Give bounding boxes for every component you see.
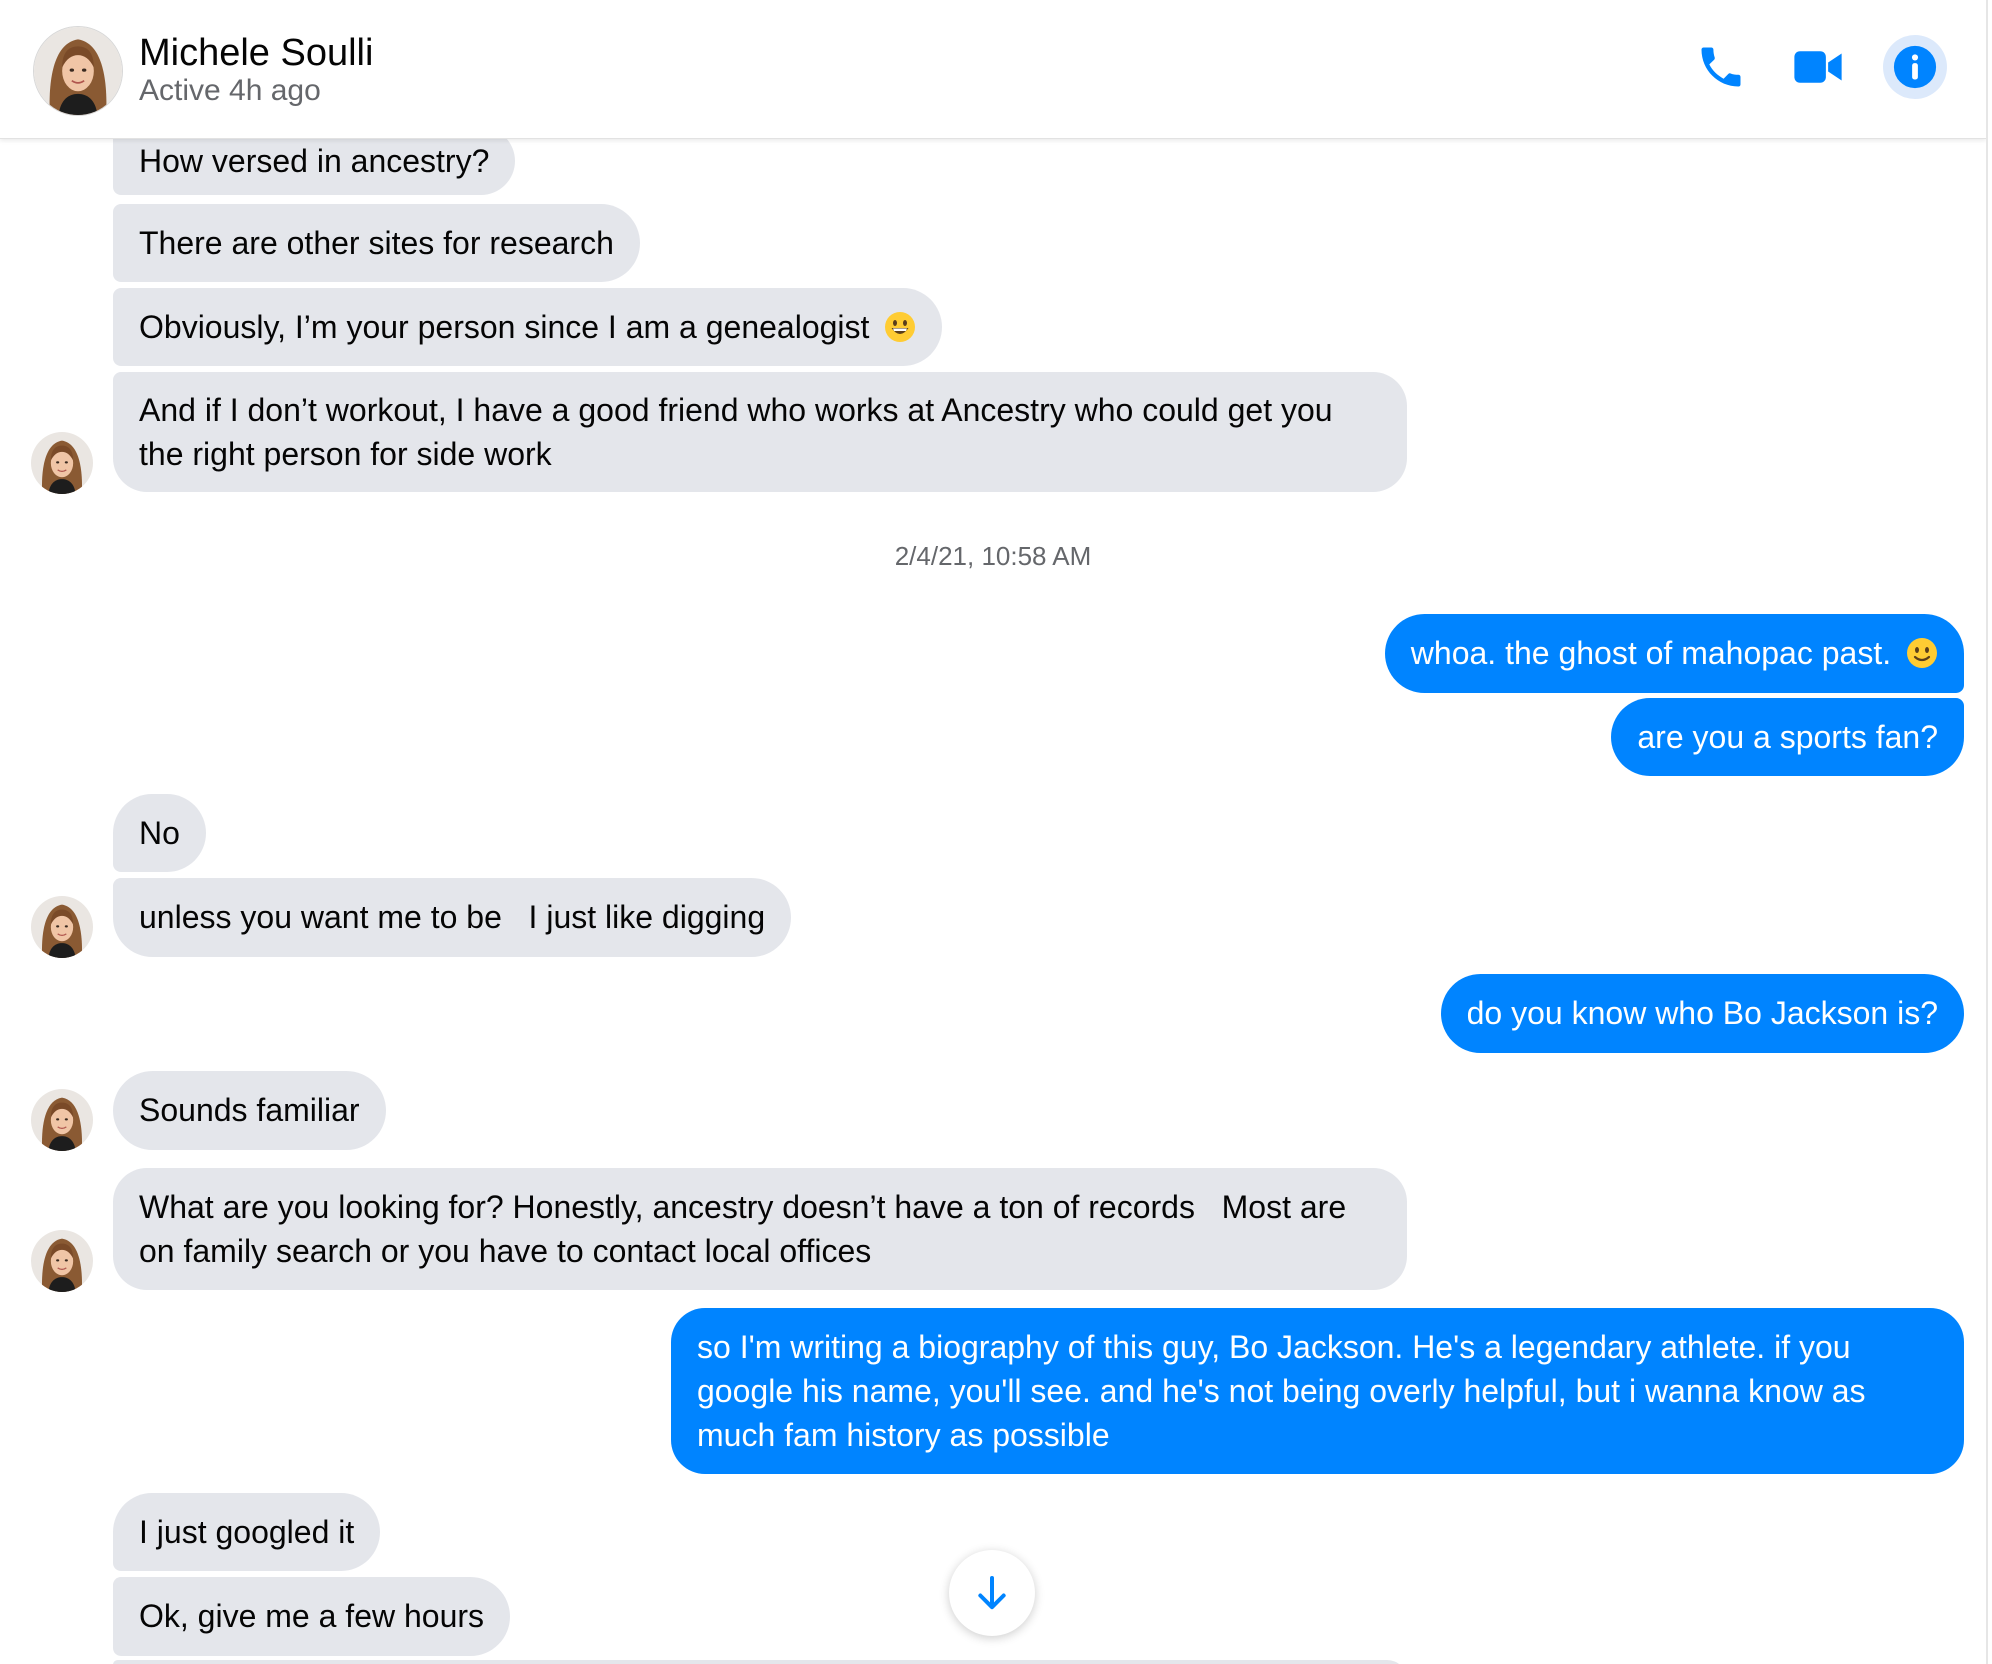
message-bubble-incoming[interactable]: No [113, 794, 206, 872]
message-bubble-outgoing[interactable]: so I'm writing a biography of this guy, … [671, 1308, 1964, 1474]
message-bubble-incoming[interactable]: Obviously, I’m your person since I am a … [113, 288, 943, 366]
arrow-down-icon [978, 1576, 1006, 1610]
scroll-to-bottom-button[interactable] [949, 1550, 1035, 1636]
contact-status: Active 4h ago [139, 74, 321, 107]
video-camera-icon [1794, 51, 1842, 83]
message-bubble-incoming[interactable]: Ok, give me a few hours [113, 1577, 511, 1656]
message-bubble-outgoing[interactable]: do you know who Bo Jackson is? [1440, 974, 1964, 1053]
timestamp-divider: 2/4/21, 10:58 AM [894, 541, 1092, 571]
message-bubble-outgoing[interactable]: whoa. the ghost of mahopac past. [1384, 614, 1964, 693]
messenger-window: Michele Soulli Active 4h ago How versed … [0, 0, 1988, 1664]
call-button[interactable] [1689, 35, 1753, 99]
message-text: unless you want me to be I just like dig… [139, 899, 766, 935]
message-bubble-incoming[interactable]: I just googled it [113, 1493, 381, 1571]
message-bubble-incoming-partial [113, 1660, 1407, 1664]
conversation-info-button[interactable] [1883, 35, 1947, 99]
message-text: And if I don’t workout, I have a good fr… [139, 392, 1333, 472]
message-text: What are you looking for? Honestly, ance… [139, 1189, 1356, 1269]
slightly-smiling-face-emoji [1907, 638, 1937, 668]
message-text: Sounds familiar [139, 1092, 360, 1128]
contact-avatar-small[interactable] [31, 432, 93, 494]
message-text: Ok, give me a few hours [139, 1598, 485, 1634]
message-list[interactable]: How versed in ancestry? There are other … [0, 0, 1986, 1664]
message-text: so I'm writing a biography of this guy, … [697, 1329, 1866, 1453]
contact-avatar-small[interactable] [31, 896, 93, 958]
message-text: Obviously, I’m your person since I am a … [139, 309, 870, 345]
message-bubble-incoming[interactable]: unless you want me to be I just like dig… [113, 878, 792, 957]
contact-name[interactable]: Michele Soulli [139, 32, 373, 75]
grinning-face-emoji [885, 312, 916, 342]
phone-icon [1701, 47, 1741, 87]
video-call-button[interactable] [1786, 35, 1850, 99]
contact-avatar[interactable] [33, 26, 123, 116]
contact-avatar-small[interactable] [31, 1230, 93, 1292]
message-text: I just googled it [139, 1514, 355, 1550]
message-text: How versed in ancestry? [139, 143, 490, 179]
message-bubble-incoming[interactable]: Sounds familiar [113, 1071, 386, 1150]
message-text: are you a sports fan? [1637, 719, 1938, 755]
message-text: do you know who Bo Jackson is? [1466, 995, 1938, 1031]
contact-avatar-small[interactable] [31, 1089, 93, 1151]
message-bubble-incoming[interactable]: What are you looking for? Honestly, ance… [113, 1168, 1407, 1290]
info-icon [1893, 45, 1937, 89]
message-bubble-incoming[interactable]: And if I don’t workout, I have a good fr… [113, 372, 1407, 492]
message-bubble-outgoing[interactable]: are you a sports fan? [1611, 698, 1964, 776]
message-text: whoa. the ghost of mahopac past. [1410, 635, 1892, 671]
message-text: No [139, 815, 180, 851]
conversation-header: Michele Soulli Active 4h ago [0, 0, 1986, 139]
message-bubble-incoming[interactable]: There are other sites for research [113, 204, 640, 282]
message-text: There are other sites for research [139, 225, 614, 261]
